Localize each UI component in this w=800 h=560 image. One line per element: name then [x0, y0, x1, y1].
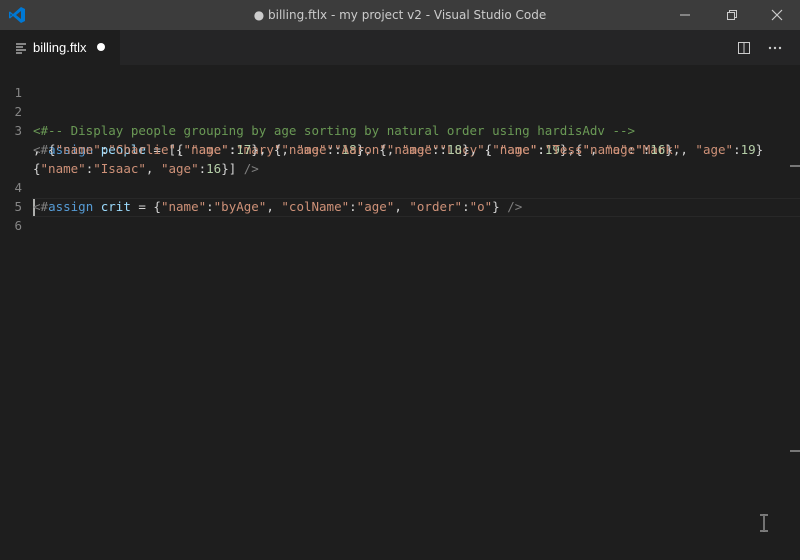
more-actions-button[interactable]	[760, 30, 790, 65]
code-line-6: 6	[0, 197, 788, 233]
code-line-5: 5	[0, 178, 788, 214]
scrollbar-marker	[790, 165, 800, 167]
restore-icon	[727, 10, 737, 20]
code-line-4: 4 <#assign crit = {"name":"byAge", "colN…	[0, 159, 788, 214]
code-line-3: 3 <#assign people = [{"name":"mary", "ag…	[0, 102, 788, 157]
code-editor[interactable]: 1 2 <#-- Display people grouping by age …	[0, 65, 800, 560]
scrollbar-marker	[790, 450, 800, 452]
code-line-3-wrap-1: , {"name":"Charlie", "age":17}, {"name":…	[0, 121, 788, 157]
tab-label: billing.ftlx	[33, 40, 87, 55]
close-window-button[interactable]	[754, 0, 800, 30]
file-lines-icon	[16, 42, 26, 54]
minimize-icon	[680, 14, 690, 16]
split-editor-button[interactable]	[729, 30, 759, 65]
editor-tab-bar: billing.ftlx	[0, 30, 800, 65]
text-cursor-icon	[760, 514, 768, 532]
tab-billing-ftlx[interactable]: billing.ftlx	[0, 30, 120, 65]
code-line-1: 1	[0, 64, 788, 100]
more-actions-icon	[768, 46, 782, 49]
code-line-3-wrap-2: {"name":"Isaac", "age":16}] />	[0, 140, 788, 176]
restore-button[interactable]	[709, 0, 755, 30]
vertical-scrollbar[interactable]	[788, 65, 800, 560]
minimize-button[interactable]	[662, 0, 708, 30]
title-bar: ● billing.ftlx - my project v2 - Visual …	[0, 0, 800, 30]
split-editor-icon	[738, 41, 750, 54]
unsaved-indicator[interactable]	[97, 43, 105, 51]
close-icon	[771, 9, 783, 21]
line-number: 6	[14, 218, 22, 233]
code-line-2: 2 <#-- Display people grouping by age so…	[0, 83, 788, 138]
